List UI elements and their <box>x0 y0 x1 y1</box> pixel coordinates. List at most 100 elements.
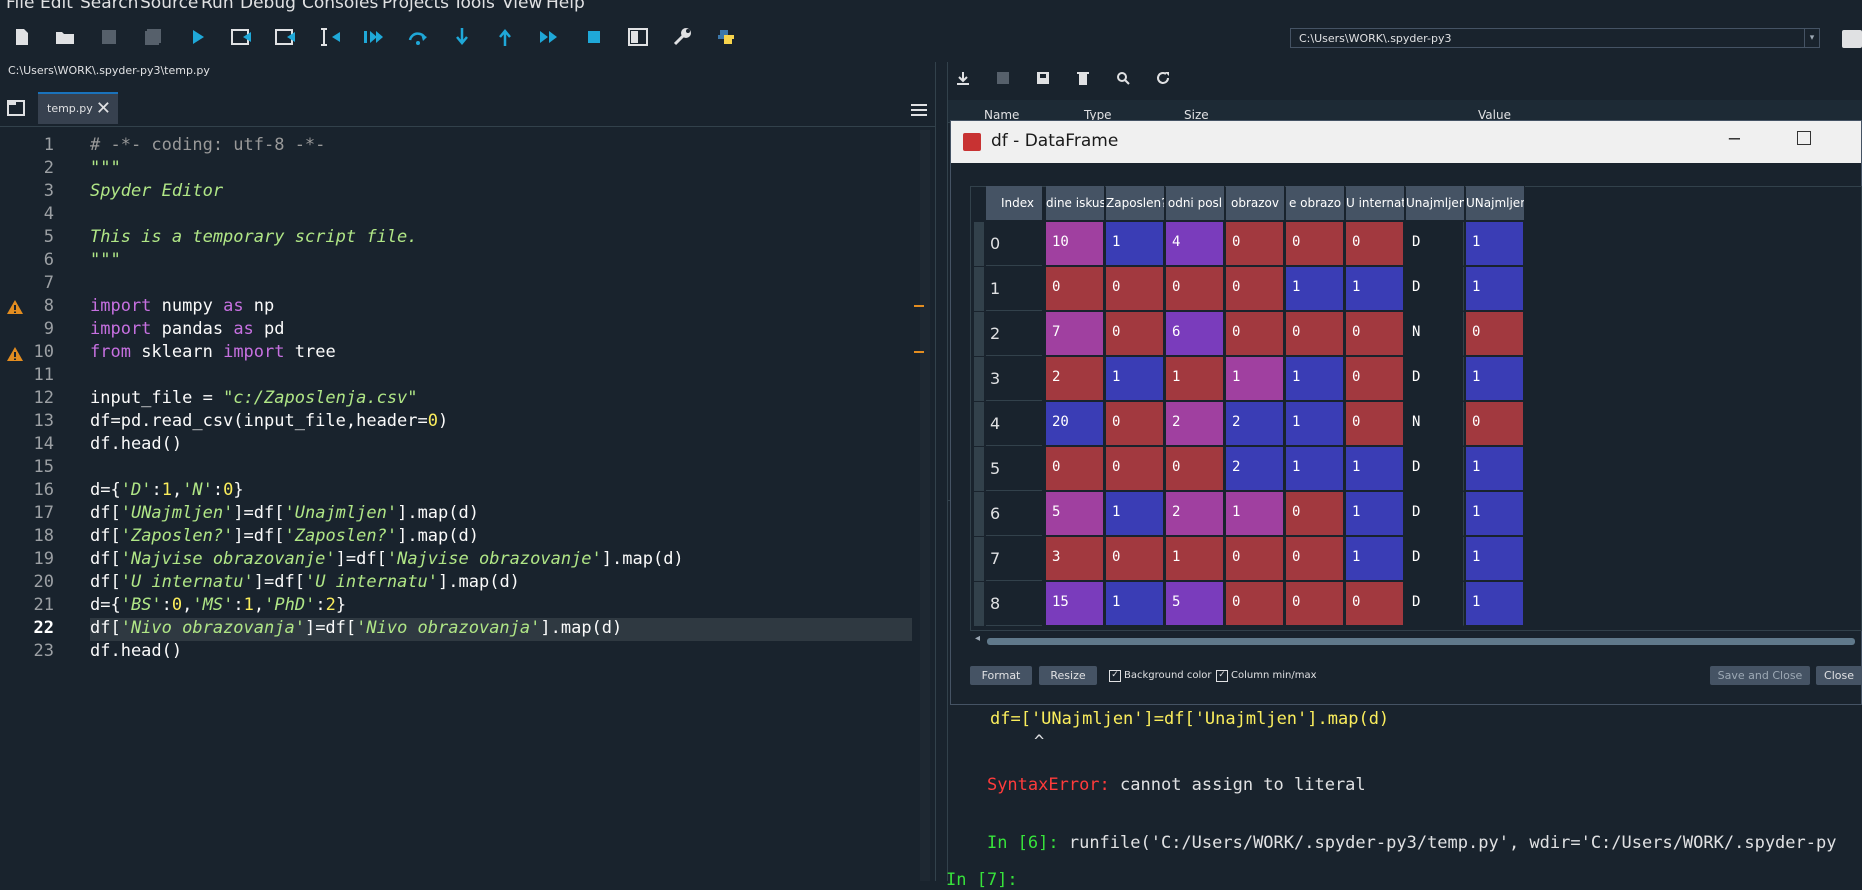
column-header[interactable]: e obrazo <box>1286 186 1345 220</box>
table-cell[interactable]: 1 <box>1106 222 1164 266</box>
table-cell[interactable]: 1 <box>1226 492 1284 536</box>
table-cell[interactable]: 1 <box>1466 447 1524 491</box>
continue-icon[interactable] <box>536 24 562 50</box>
table-cell[interactable]: 0 <box>1226 222 1284 266</box>
table-cell[interactable]: 0 <box>1046 447 1104 491</box>
save-icon[interactable] <box>96 24 122 50</box>
row-header[interactable] <box>974 357 984 401</box>
table-cell[interactable]: D <box>1406 537 1464 581</box>
table-cell[interactable]: 0 <box>1466 312 1524 356</box>
row-index[interactable]: 0 <box>986 222 1042 266</box>
row-index[interactable]: 4 <box>986 402 1042 446</box>
horizontal-scrollbar[interactable]: ◂ <box>975 633 1855 646</box>
row-index[interactable]: 7 <box>986 537 1042 581</box>
table-cell[interactable]: 0 <box>1286 492 1344 536</box>
table-cell[interactable]: D <box>1406 357 1464 401</box>
table-cell[interactable]: N <box>1406 312 1464 356</box>
column-header[interactable]: obrazov <box>1226 186 1285 220</box>
table-cell[interactable]: 0 <box>1346 402 1404 446</box>
scrollbar-thumb[interactable] <box>987 638 1855 645</box>
menu-projects[interactable]: Projects <box>382 0 449 13</box>
table-cell[interactable]: 5 <box>1166 582 1224 626</box>
background-color-checkbox[interactable]: ✓ <box>1109 670 1121 682</box>
resize-button[interactable]: Resize <box>1039 666 1097 685</box>
menu-file[interactable]: File <box>6 0 34 13</box>
step-return-icon[interactable] <box>492 24 518 50</box>
import-data-icon[interactable] <box>956 70 970 89</box>
table-cell[interactable]: 2 <box>1226 447 1284 491</box>
table-cell[interactable]: 0 <box>1226 267 1284 311</box>
preferences-wrench-icon[interactable] <box>669 24 695 50</box>
table-cell[interactable]: 1 <box>1466 222 1524 266</box>
table-cell[interactable]: 1 <box>1466 357 1524 401</box>
row-header[interactable] <box>974 402 984 446</box>
table-cell[interactable]: D <box>1406 222 1464 266</box>
menu-search[interactable]: Search <box>80 0 138 13</box>
table-cell[interactable]: 15 <box>1046 582 1104 626</box>
save-and-close-button[interactable]: Save and Close <box>1710 666 1810 685</box>
table-cell[interactable]: 0 <box>1106 447 1164 491</box>
table-cell[interactable]: 10 <box>1046 222 1104 266</box>
menu-debug[interactable]: Debug <box>240 0 296 13</box>
table-cell[interactable]: 2 <box>1166 492 1224 536</box>
menu-help[interactable]: Help <box>546 0 585 13</box>
row-index[interactable]: 1 <box>986 267 1042 311</box>
table-cell[interactable]: 0 <box>1286 537 1344 581</box>
table-cell[interactable]: N <box>1406 402 1464 446</box>
save-data-as-icon[interactable] <box>1036 70 1050 89</box>
column-header[interactable]: odni posl <box>1166 186 1225 220</box>
browse-tabs-icon[interactable] <box>7 100 25 116</box>
options-menu-icon[interactable] <box>911 101 927 116</box>
table-cell[interactable]: 4 <box>1166 222 1224 266</box>
working-directory-combo[interactable]: C:\Users\WORK\.spyder-py3 ▾ <box>1290 28 1820 48</box>
table-cell[interactable]: 0 <box>1286 582 1344 626</box>
table-cell[interactable]: 0 <box>1226 582 1284 626</box>
table-cell[interactable]: 0 <box>1106 312 1164 356</box>
table-cell[interactable]: 1 <box>1466 492 1524 536</box>
table-cell[interactable]: 1 <box>1286 447 1344 491</box>
stop-icon[interactable] <box>581 24 607 50</box>
row-header[interactable] <box>974 492 984 536</box>
table-cell[interactable]: 1 <box>1286 267 1344 311</box>
code-editor[interactable]: 1 2 3 4 5 6 7 8 9 10 11 12 13 14 15 16 17 18 19 20 21 22 23 # … <box>0 130 935 881</box>
table-cell[interactable]: 1 <box>1166 357 1224 401</box>
column-header[interactable]: U internat <box>1346 186 1405 220</box>
table-cell[interactable]: 6 <box>1166 312 1224 356</box>
row-index[interactable]: 8 <box>986 582 1042 626</box>
table-cell[interactable]: 0 <box>1106 267 1164 311</box>
table-cell[interactable]: 0 <box>1166 267 1224 311</box>
row-index[interactable]: 5 <box>986 447 1042 491</box>
menu-run[interactable]: Run <box>201 0 234 13</box>
table-cell[interactable]: 1 <box>1106 357 1164 401</box>
editor-scrollbar[interactable] <box>920 130 930 881</box>
scroll-left-icon[interactable]: ◂ <box>975 633 980 644</box>
close-icon[interactable]: ✕ <box>96 94 111 124</box>
close-button[interactable]: Close <box>1816 666 1862 685</box>
column-header[interactable]: UNajmljen <box>1466 186 1525 220</box>
table-cell[interactable]: 7 <box>1046 312 1104 356</box>
save-all-icon[interactable] <box>140 24 166 50</box>
row-index[interactable]: 3 <box>986 357 1042 401</box>
table-cell[interactable]: 0 <box>1286 222 1344 266</box>
format-button[interactable]: Format <box>970 666 1032 685</box>
table-cell[interactable]: 1 <box>1226 357 1284 401</box>
table-cell[interactable]: 20 <box>1046 402 1104 446</box>
new-file-icon[interactable] <box>9 24 35 50</box>
row-header[interactable] <box>974 267 984 311</box>
menu-consoles[interactable]: Consoles <box>302 0 378 13</box>
table-cell[interactable]: 3 <box>1046 537 1104 581</box>
table-cell[interactable]: 0 <box>1286 312 1344 356</box>
table-cell[interactable]: 1 <box>1466 537 1524 581</box>
table-cell[interactable]: 0 <box>1346 222 1404 266</box>
run-icon[interactable] <box>185 24 211 50</box>
minimize-icon[interactable]: ─ <box>1729 129 1740 150</box>
run-cell-advance-icon[interactable] <box>273 24 299 50</box>
open-folder-icon[interactable] <box>52 24 78 50</box>
table-cell[interactable]: 1 <box>1346 492 1404 536</box>
table-cell[interactable]: D <box>1406 447 1464 491</box>
table-cell[interactable]: D <box>1406 492 1464 536</box>
table-cell[interactable]: 0 <box>1106 402 1164 446</box>
table-cell[interactable]: 2 <box>1226 402 1284 446</box>
table-cell[interactable]: 1 <box>1346 447 1404 491</box>
table-cell[interactable]: 1 <box>1346 267 1404 311</box>
